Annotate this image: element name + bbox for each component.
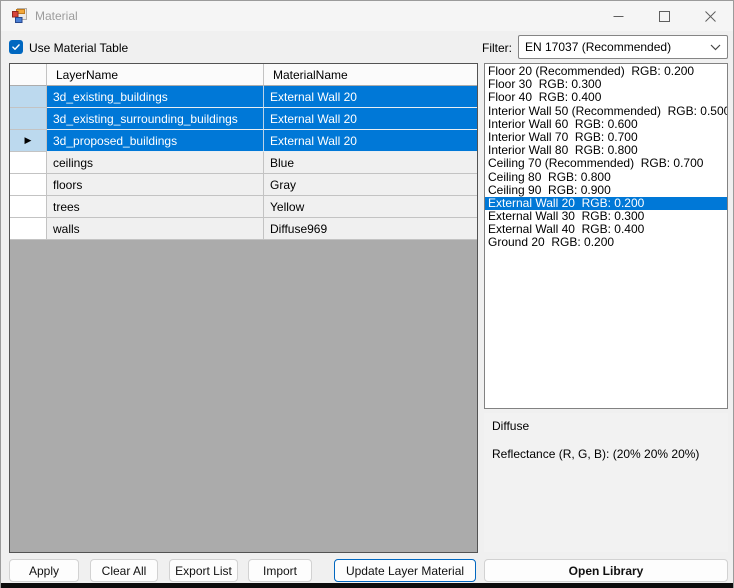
material-name-cell[interactable]: Diffuse969 [264,218,477,240]
table-row[interactable]: 3d_existing_buildings External Wall 20 [10,86,477,108]
import-button[interactable]: Import [248,559,312,582]
list-item-selected[interactable]: External Wall 20 RGB: 0.200 [485,197,727,210]
list-item[interactable]: Ceiling 70 (Recommended) RGB: 0.700 [485,157,727,170]
list-item[interactable]: Ceiling 90 RGB: 0.900 [485,184,727,197]
table-row[interactable]: walls Diffuse969 [10,218,477,240]
maximize-button[interactable] [641,1,687,31]
use-material-table-label[interactable]: Use Material Table [29,41,128,55]
grid-header-row: LayerName MaterialName [10,64,477,86]
check-icon [11,42,21,52]
material-dialog: Material Use Material Table Filter: EN 1… [0,0,734,588]
row-selector-cell[interactable] [10,218,47,240]
list-item[interactable]: Interior Wall 80 RGB: 0.800 [485,144,727,157]
layer-name-cell[interactable]: trees [47,196,264,218]
open-library-button[interactable]: Open Library [484,559,728,582]
column-header-layername[interactable]: LayerName [47,64,264,86]
table-row[interactable]: floors Gray [10,174,477,196]
reflectance-text: Reflectance (R, G, B): (20% 20% 20%) [492,447,720,461]
list-item[interactable]: External Wall 40 RGB: 0.400 [485,223,727,236]
row-selector-cell[interactable] [10,152,47,174]
table-row[interactable]: ceilings Blue [10,152,477,174]
list-item[interactable]: Ground 20 RGB: 0.200 [485,236,727,249]
material-type-text: Diffuse [492,419,720,433]
minimize-button[interactable] [595,1,641,31]
current-row-arrow-icon: ▶ [25,136,32,145]
material-name-cell[interactable]: External Wall 20 [264,108,477,130]
window-title: Material [35,9,78,23]
layer-name-cell[interactable]: 3d_existing_surrounding_buildings [47,108,264,130]
layer-name-cell[interactable]: walls [47,218,264,240]
material-name-cell[interactable]: Blue [264,152,477,174]
title-bar: Material [1,1,733,31]
layer-name-cell[interactable]: ceilings [47,152,264,174]
grid-corner-cell[interactable] [10,64,47,86]
list-item[interactable]: Interior Wall 70 RGB: 0.700 [485,131,727,144]
material-detail-panel: Diffuse Reflectance (R, G, B): (20% 20% … [484,413,728,552]
row-selector-cell[interactable] [10,86,47,108]
apply-button[interactable]: Apply [9,559,79,582]
row-selector-cell[interactable] [10,196,47,218]
column-header-materialname[interactable]: MaterialName [264,64,477,86]
table-row[interactable]: 3d_existing_surrounding_buildings Extern… [10,108,477,130]
table-row[interactable]: ▶ 3d_proposed_buildings External Wall 20 [10,130,477,152]
row-selector-cell[interactable]: ▶ [10,130,47,152]
material-name-cell[interactable]: Yellow [264,196,477,218]
window-bottom-border [1,583,733,588]
layer-name-cell[interactable]: floors [47,174,264,196]
list-item[interactable]: Interior Wall 50 (Recommended) RGB: 0.50… [485,105,727,118]
filter-dropdown[interactable]: EN 17037 (Recommended) [518,35,728,59]
row-selector-cell[interactable] [10,108,47,130]
row-selector-cell[interactable] [10,174,47,196]
chevron-down-icon [710,44,721,51]
list-item[interactable]: Floor 20 (Recommended) RGB: 0.200 [485,65,727,78]
clear-all-button[interactable]: Clear All [90,559,158,582]
list-item[interactable]: Ceiling 80 RGB: 0.800 [485,171,727,184]
app-window-icon [11,8,27,24]
material-listbox: Floor 20 (Recommended) RGB: 0.200 Floor … [484,63,728,409]
material-name-cell[interactable]: Gray [264,174,477,196]
material-name-cell[interactable]: External Wall 20 [264,86,477,108]
layer-name-cell[interactable]: 3d_proposed_buildings [47,130,264,152]
list-item[interactable]: External Wall 30 RGB: 0.300 [485,210,727,223]
filter-dropdown-value: EN 17037 (Recommended) [525,40,710,54]
list-item[interactable]: Floor 40 RGB: 0.400 [485,91,727,104]
use-material-table-checkbox[interactable] [9,40,23,54]
export-list-button[interactable]: Export List [169,559,238,582]
list-item[interactable]: Floor 30 RGB: 0.300 [485,78,727,91]
layer-name-cell[interactable]: 3d_existing_buildings [47,86,264,108]
list-item[interactable]: Interior Wall 60 RGB: 0.600 [485,118,727,131]
update-layer-material-button[interactable]: Update Layer Material [334,559,476,582]
close-button[interactable] [687,1,733,31]
table-row[interactable]: trees Yellow [10,196,477,218]
material-name-cell[interactable]: External Wall 20 [264,130,477,152]
filter-label: Filter: [456,41,512,55]
layer-material-grid: LayerName MaterialName 3d_existing_build… [9,63,478,553]
